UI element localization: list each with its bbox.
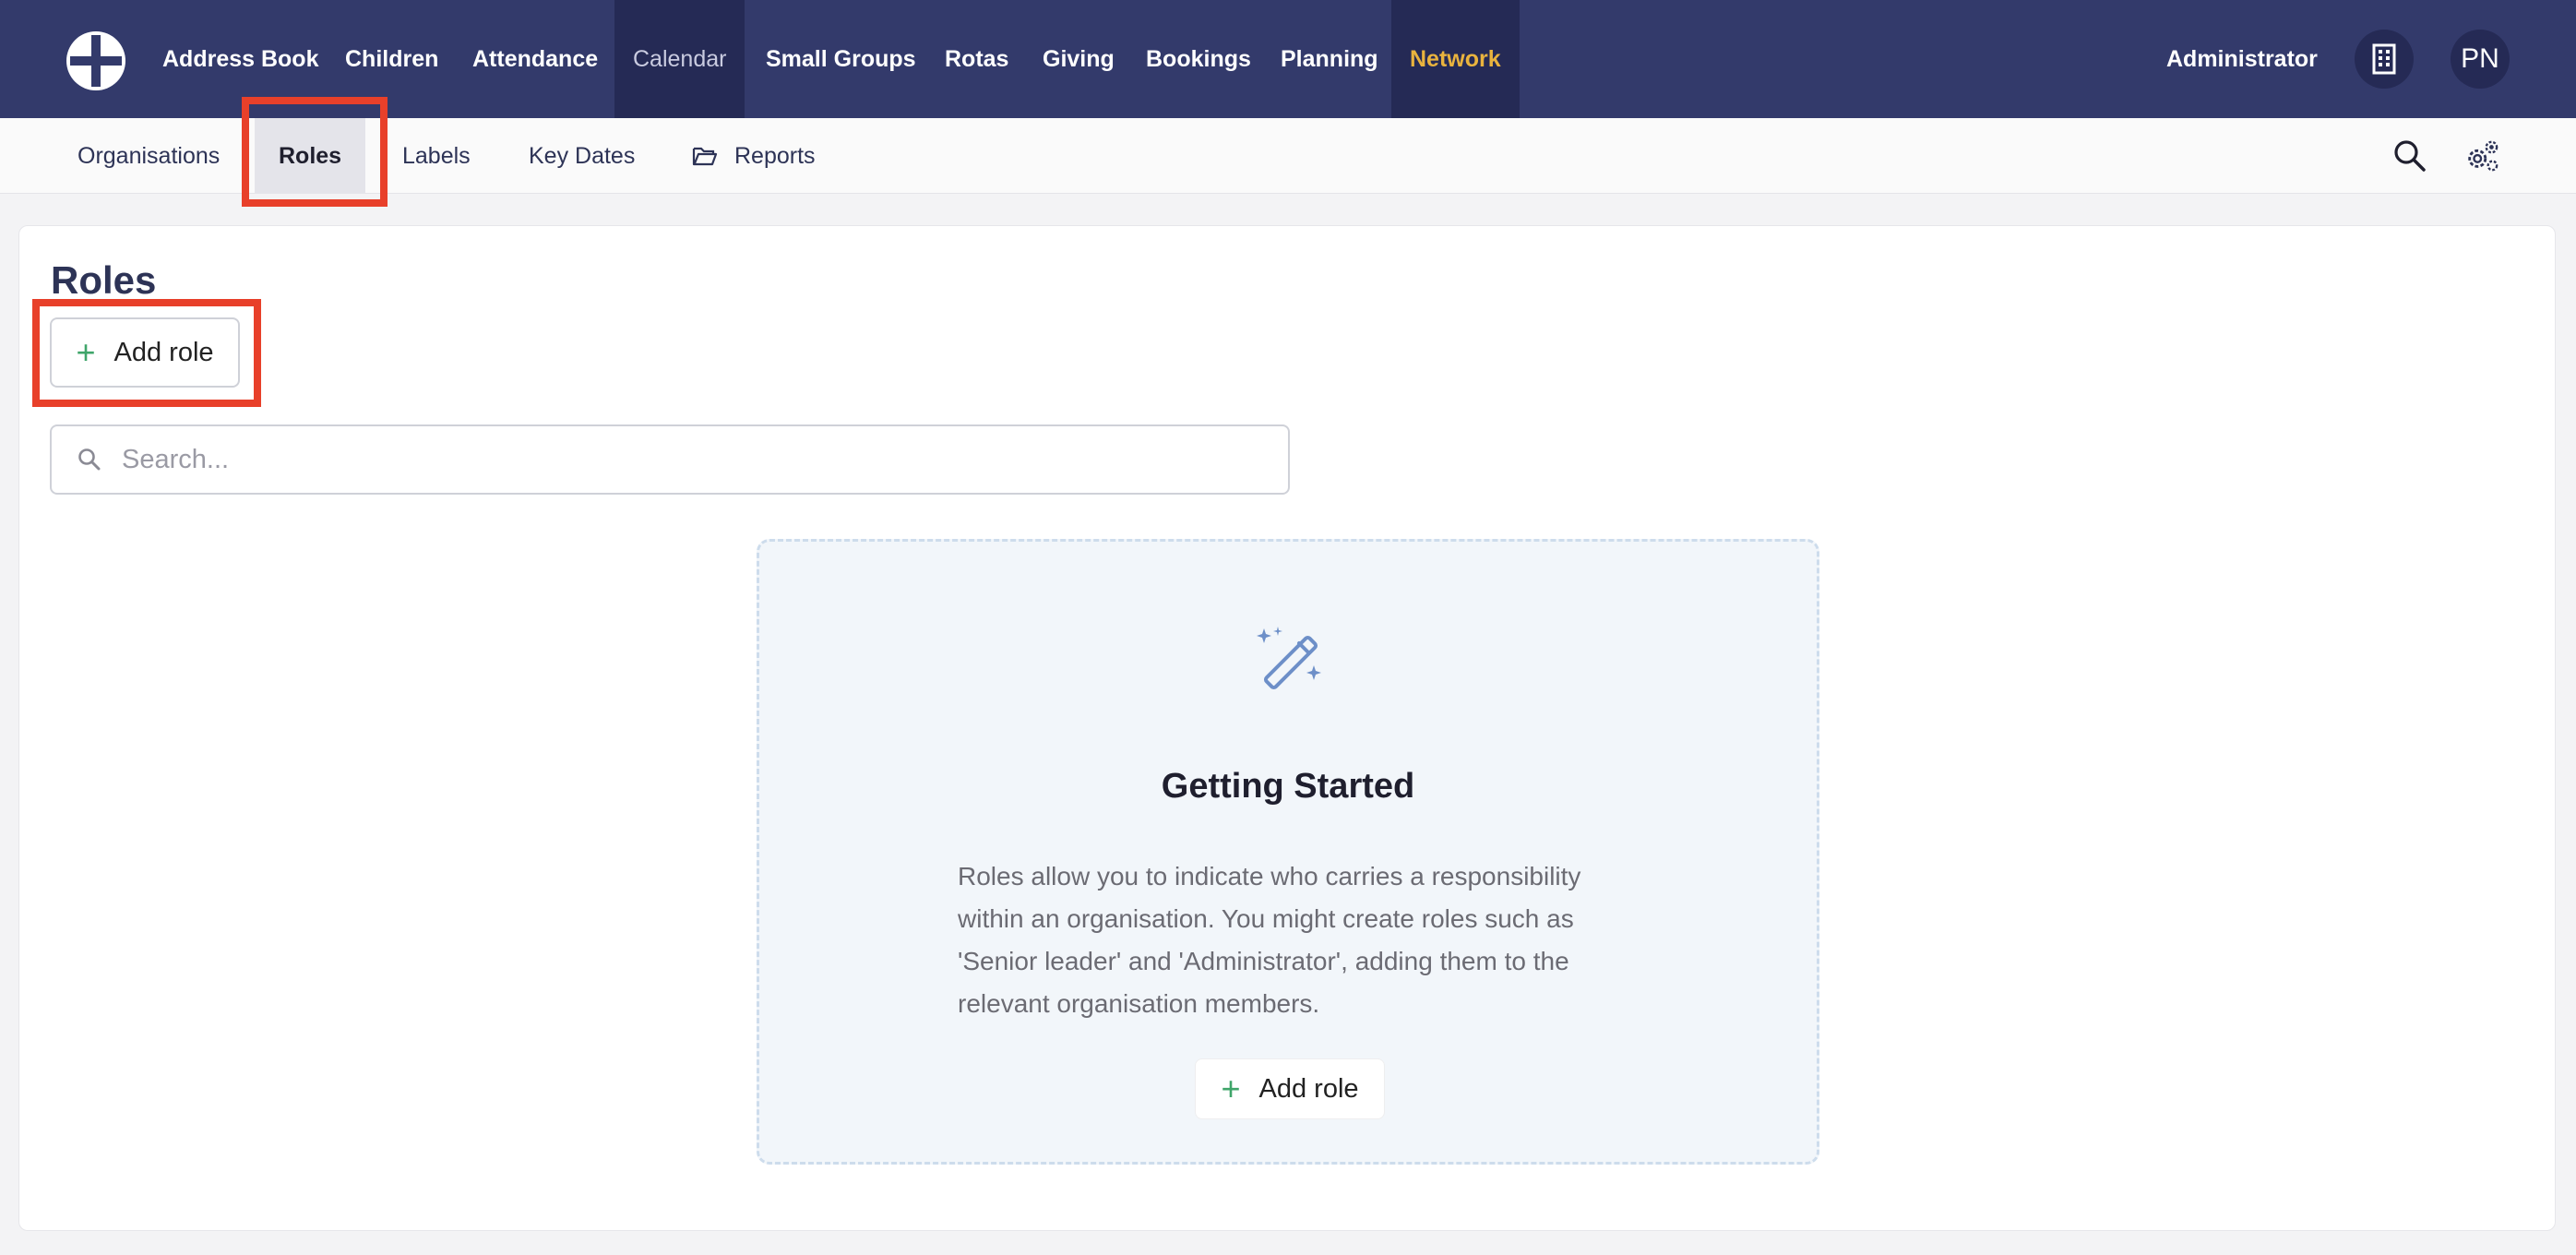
subnav-reports[interactable]: Reports [692, 118, 816, 194]
nav-rotas[interactable]: Rotas [926, 0, 1027, 118]
nav-label: Bookings [1146, 45, 1251, 72]
folder-open-icon [692, 147, 718, 166]
subnav-label: Reports [734, 142, 816, 169]
nav-label: Address Book [162, 45, 319, 72]
nav-label: Network [1410, 45, 1501, 72]
nav-label: Attendance [472, 45, 599, 72]
subnav-label: Labels [402, 142, 471, 169]
nav-planning[interactable]: Planning [1262, 0, 1397, 118]
nav-label: Planning [1281, 45, 1378, 72]
user-menu[interactable]: Administrator [2166, 0, 2318, 118]
nav-label: Small Groups [766, 45, 916, 72]
empty-state-panel: Getting Started Roles allow you to indic… [757, 539, 1819, 1165]
subnav-organisations[interactable]: Organisations [78, 118, 220, 194]
avatar-initials: PN [2461, 43, 2499, 74]
nav-label: Calendar [633, 45, 727, 72]
app-logo-icon[interactable] [65, 30, 127, 92]
nav-bookings[interactable]: Bookings [1127, 0, 1270, 118]
highlight-box-add-role [32, 299, 261, 407]
nav-calendar[interactable]: Calendar [614, 0, 745, 118]
nav-label: Children [345, 45, 439, 72]
nav-label: Rotas [945, 45, 1009, 72]
empty-state-title: Getting Started [1161, 767, 1415, 806]
empty-state-description: Roles allow you to indicate who carries … [958, 862, 1581, 1018]
search-input[interactable] [122, 444, 1229, 475]
search-field[interactable] [50, 424, 1290, 495]
nav-giving[interactable]: Giving [1024, 0, 1133, 118]
search-icon [78, 448, 101, 471]
subnav-key-dates[interactable]: Key Dates [529, 118, 635, 194]
page-title: Roles [51, 258, 157, 302]
empty-state-add-role-label: Add role [1258, 1073, 1359, 1104]
organisation-button[interactable] [2355, 30, 2414, 89]
nav-attendance[interactable]: Attendance [454, 0, 616, 118]
magic-wand-icon [1257, 627, 1321, 690]
user-name: Administrator [2166, 45, 2318, 72]
building-icon [2372, 43, 2396, 75]
empty-state-add-role-button[interactable]: + Add role [1195, 1058, 1385, 1119]
highlight-box-roles-tab [242, 97, 388, 207]
search-icon[interactable] [2392, 138, 2427, 173]
subnav-labels[interactable]: Labels [402, 118, 471, 194]
subnav-label: Key Dates [529, 142, 636, 169]
nav-network[interactable]: Network [1391, 0, 1520, 118]
avatar[interactable]: PN [2451, 30, 2510, 89]
nav-label: Giving [1043, 45, 1115, 72]
plus-icon: + [1221, 1070, 1241, 1107]
settings-gears-icon[interactable] [2464, 138, 2499, 173]
subnav-label: Organisations [78, 142, 221, 169]
nav-small-groups[interactable]: Small Groups [747, 0, 935, 118]
